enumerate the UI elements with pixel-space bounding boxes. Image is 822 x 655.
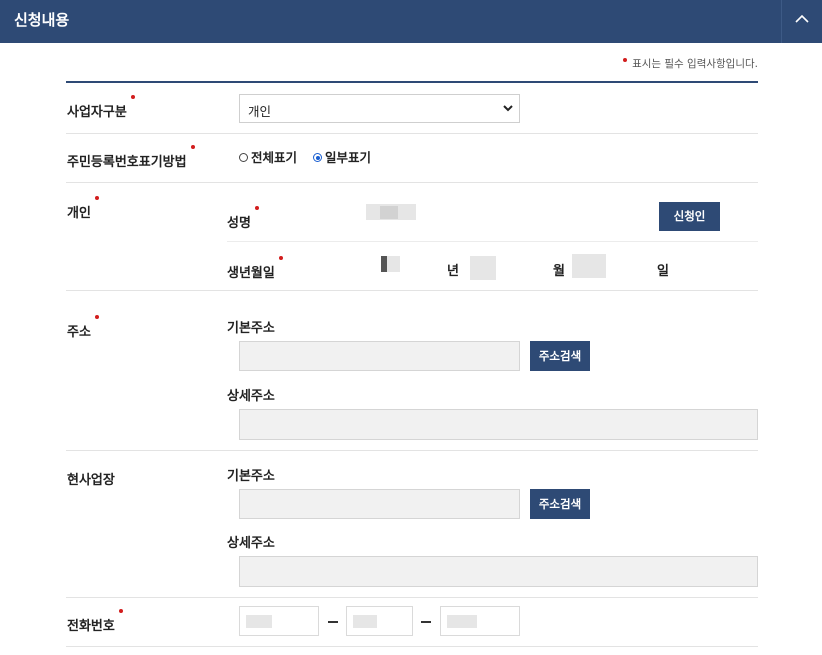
collapse-toggle-button[interactable] (781, 0, 822, 43)
row-divider (66, 646, 758, 647)
row-divider (66, 597, 758, 598)
business-type-selected-value: 개인 (248, 104, 272, 119)
phone-part3-input[interactable] (440, 606, 520, 636)
table-top-border (66, 81, 758, 83)
phone-label: 전화번호 (67, 609, 123, 634)
required-marker-icon (118, 609, 123, 613)
phone-separator (328, 621, 338, 623)
address-basic-label: 기본주소 (227, 321, 275, 336)
section-title: 신청내용 (14, 11, 70, 29)
required-marker-icon (94, 196, 99, 200)
workplace-basic-input[interactable] (239, 489, 520, 519)
workplace-label: 현사업장 (67, 473, 115, 488)
workplace-basic-label: 기본주소 (227, 469, 275, 484)
required-marker-icon (278, 256, 283, 260)
applicant-button[interactable]: 신청인 (659, 202, 720, 231)
birth-date-label: 생년월일 (227, 256, 283, 281)
business-type-label: 사업자구분 (67, 95, 135, 120)
phone-part1-redacted (246, 615, 272, 628)
birth-month-redacted (470, 256, 496, 280)
day-unit: 일 (657, 264, 669, 279)
row-divider (66, 290, 758, 291)
address-label: 주소 (67, 315, 99, 340)
workplace-detail-label: 상세주소 (227, 536, 275, 551)
required-marker-icon (190, 145, 195, 149)
chevron-down-icon (503, 105, 513, 112)
row-divider (66, 182, 758, 183)
individual-label: 개인 (67, 196, 99, 221)
workplace-search-button[interactable]: 주소검색 (530, 489, 590, 519)
radio-checked-icon (313, 153, 322, 162)
row-divider (66, 450, 758, 451)
birth-year-redacted (387, 256, 400, 272)
business-type-select[interactable]: 개인 (239, 94, 520, 123)
required-marker-icon (623, 58, 628, 62)
required-note: 표시는 필수 입력사항입니다. (623, 56, 758, 71)
month-unit: 월 (553, 264, 565, 279)
rrn-partial-radio[interactable]: 일부표기 (313, 147, 371, 166)
workplace-detail-input[interactable] (239, 556, 758, 587)
phone-part1-input[interactable] (239, 606, 319, 636)
required-marker-icon (130, 95, 135, 99)
birth-day-redacted (572, 254, 606, 278)
name-value-redacted (380, 206, 398, 219)
address-basic-input[interactable] (239, 341, 520, 371)
radio-unchecked-icon (239, 153, 248, 162)
rrn-full-radio[interactable]: 전체표기 (239, 147, 297, 166)
phone-part3-redacted (447, 615, 477, 628)
row-divider (66, 133, 758, 134)
rrn-display-label: 주민등록번호표기방법 (67, 145, 195, 170)
phone-part2-input[interactable] (346, 606, 413, 636)
address-search-button[interactable]: 주소검색 (530, 341, 590, 371)
year-unit: 년 (447, 264, 459, 279)
phone-separator (421, 621, 431, 623)
address-detail-input[interactable] (239, 409, 758, 440)
required-marker-icon (254, 206, 259, 210)
required-marker-icon (94, 315, 99, 319)
sub-divider (227, 241, 758, 242)
chevron-up-icon (795, 14, 809, 23)
phone-part2-redacted (353, 615, 377, 628)
address-detail-label: 상세주소 (227, 389, 275, 404)
section-header: 신청내용 (0, 0, 822, 43)
name-label: 성명 (227, 206, 259, 231)
